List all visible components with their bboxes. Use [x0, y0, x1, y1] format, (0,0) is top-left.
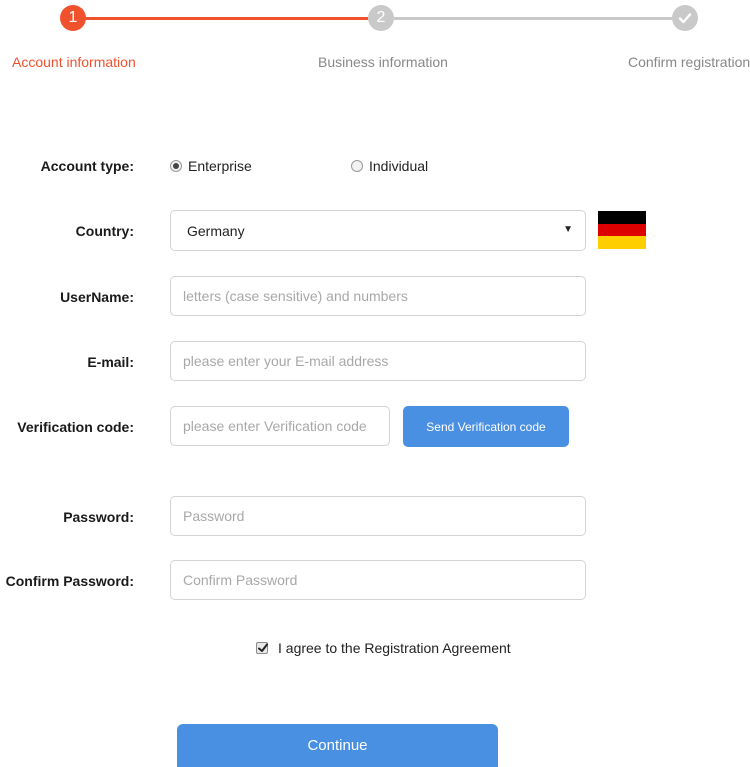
germany-flag-icon — [598, 211, 646, 249]
verification-code-input[interactable] — [170, 406, 390, 446]
username-input[interactable] — [170, 276, 586, 316]
password-label: Password: — [63, 509, 134, 525]
country-select[interactable]: Germany ▼ — [170, 210, 586, 251]
username-label: UserName: — [60, 289, 134, 305]
flag-stripe-gold — [598, 236, 646, 249]
email-label: E-mail: — [87, 354, 134, 370]
agreement-label: I agree to the Registration Agreement — [278, 640, 511, 656]
confirm-password-label: Confirm Password: — [5, 573, 134, 589]
checkmark-icon — [678, 13, 692, 24]
flag-stripe-black — [598, 211, 646, 224]
radio-individual-control[interactable] — [351, 160, 363, 172]
country-select-value: Germany — [187, 223, 245, 239]
radio-individual[interactable]: Individual — [351, 158, 428, 174]
continue-button[interactable]: Continue — [177, 724, 498, 767]
step-connector-1 — [77, 17, 368, 20]
step-connector-2 — [394, 17, 672, 20]
radio-enterprise-label: Enterprise — [188, 158, 252, 174]
flag-stripe-red — [598, 223, 646, 237]
step-1-number: 1 — [68, 9, 78, 26]
account-type-label: Account type: — [40, 158, 134, 174]
radio-enterprise-control[interactable] — [170, 160, 182, 172]
verification-code-label: Verification code: — [17, 419, 134, 435]
radio-enterprise[interactable]: Enterprise — [170, 158, 252, 174]
email-input[interactable] — [170, 341, 586, 381]
step-2-circle: 2 — [368, 5, 394, 31]
agreement-checkbox[interactable] — [256, 642, 268, 654]
agreement-row[interactable]: I agree to the Registration Agreement — [256, 640, 511, 656]
registration-stepper: 1 2 Account information Business informa… — [0, 0, 750, 80]
confirm-password-input[interactable] — [170, 560, 586, 600]
step-3-circle — [672, 5, 698, 31]
step-1-label: Account information — [12, 54, 136, 70]
dropdown-arrow-icon: ▼ — [563, 224, 573, 235]
step-2-number: 2 — [376, 9, 386, 26]
password-input[interactable] — [170, 496, 586, 536]
step-2-label: Business information — [318, 54, 448, 70]
step-1-circle: 1 — [60, 5, 86, 31]
step-3-label: Confirm registration — [628, 54, 750, 70]
send-verification-code-button[interactable]: Send Verification code — [403, 406, 569, 447]
radio-individual-label: Individual — [369, 158, 429, 174]
checkbox-check-icon — [258, 643, 268, 652]
country-label: Country: — [75, 223, 134, 239]
